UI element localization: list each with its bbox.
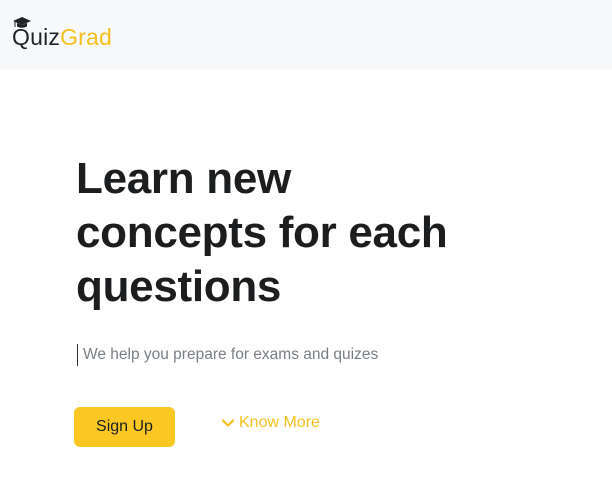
brand-name-grad: Grad [60,23,113,50]
hero-headline: Learn new concepts for each questions [76,152,576,314]
graduation-cap-icon [13,17,31,28]
navbar: Quiz Grad [0,0,612,70]
hero-section: Learn new concepts for each questions [76,152,576,314]
chevron-down-icon [221,419,235,427]
hero-subtitle: We help you prepare for exams and quizes [83,346,379,363]
sign-up-button[interactable]: Sign Up [74,407,175,447]
brand-logo[interactable]: Quiz Grad [12,17,113,50]
know-more-label: Know More [239,414,320,431]
headline-line: Learn new [76,154,291,203]
typing-cursor [77,344,78,366]
headline-line: concepts for each [76,208,448,257]
know-more-link[interactable]: Know More [221,414,320,432]
hero-subtitle-row: We help you prepare for exams and quizes [77,344,378,366]
headline-line: questions [76,262,282,311]
